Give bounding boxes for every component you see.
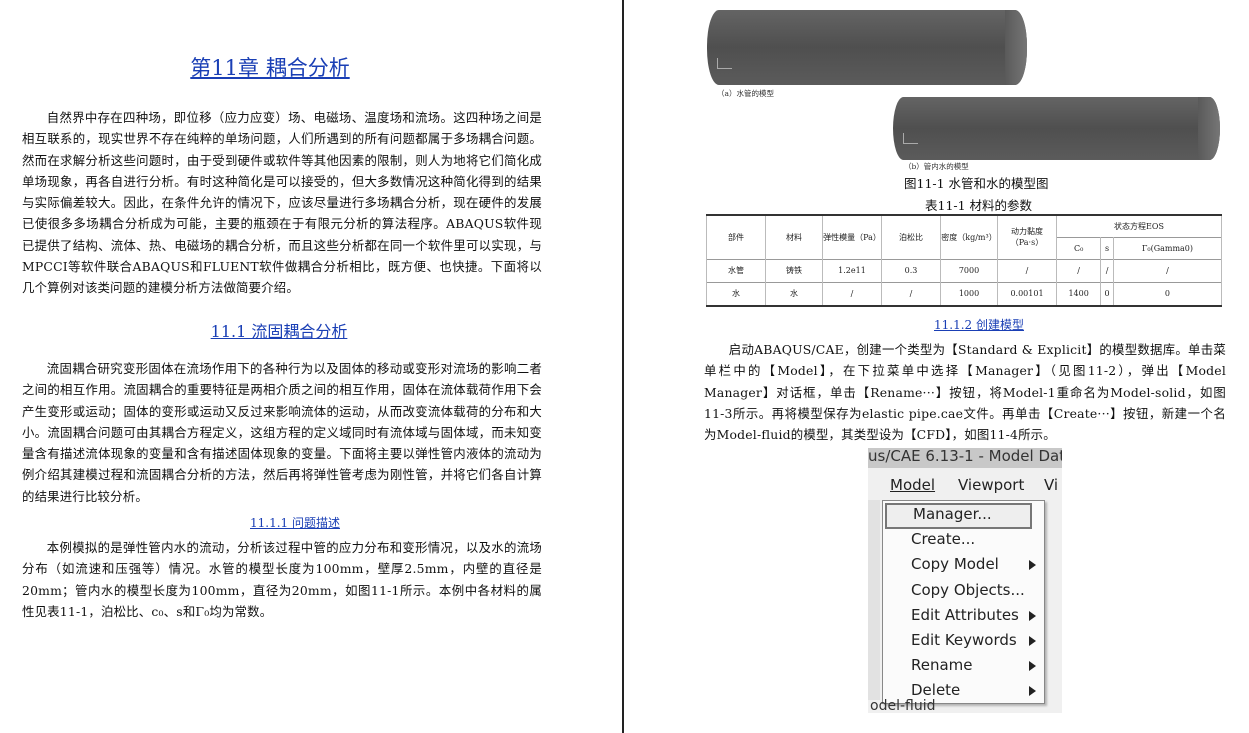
submenu-arrow-icon xyxy=(1029,686,1036,696)
problem-paragraph: 本例模拟的是弹性管内水的流动，分析该过程中管的应力分布和变形情况，以及水的流场分… xyxy=(22,540,542,619)
table-cell: 1400 xyxy=(1055,281,1102,307)
subsection-title: 11.1.2 创建模型 xyxy=(934,318,1024,332)
table-cell: / xyxy=(997,258,1057,282)
menu-item-rename[interactable]: Rename xyxy=(911,656,973,674)
toolbar-strip xyxy=(868,500,880,700)
submenu-arrow-icon xyxy=(1029,636,1036,646)
table-cell: 0 xyxy=(1112,281,1223,307)
table-subheader: C₀ xyxy=(1055,236,1102,259)
water-model-image xyxy=(893,97,1220,160)
table-cell: 铸铁 xyxy=(765,258,823,282)
table-cell: / xyxy=(1100,258,1114,282)
axis-triad-icon xyxy=(717,58,732,69)
right-page: （a）水管的模型 （b）管内水的模型 图11-1 水管和水的模型图 表11-1 … xyxy=(624,0,1249,733)
material-table: 部件 材料 弹性模量（Pa） 泊松比 密度（kg/m³） 动力黏度（Pa·s） … xyxy=(706,214,1223,307)
bottom-text: odel-fluid xyxy=(870,698,936,713)
table-cell: 水 xyxy=(706,281,766,307)
submenu-arrow-icon xyxy=(1029,611,1036,621)
table-header: 动力黏度（Pa·s） xyxy=(997,214,1057,259)
menu-view[interactable]: Vi xyxy=(1044,476,1058,494)
axis-triad-icon xyxy=(903,133,918,144)
body-paragraph: 启动ABAQUS/CAE，创建一个类型为【Standard & Explicit… xyxy=(704,342,1226,443)
table-subheader: s xyxy=(1100,236,1114,259)
table-cell: / xyxy=(881,281,941,307)
table-header: 密度（kg/m³） xyxy=(940,214,998,259)
model-dropdown-menu: Manager... Create... Copy Model Copy Obj… xyxy=(882,500,1045,704)
table-header: 材料 xyxy=(765,214,823,259)
table-cell: 0.3 xyxy=(881,258,941,282)
pipe-model-image xyxy=(707,10,1027,85)
table-cell: 7000 xyxy=(940,258,998,282)
table-cell: 1.2e11 xyxy=(822,258,882,282)
table-cell: / xyxy=(822,281,882,307)
table-cell: / xyxy=(1055,258,1102,282)
chapter-title: 第11章 耦合分析 xyxy=(190,56,350,80)
subsection-title: 11.1.1 问题描述 xyxy=(250,516,340,530)
figure-caption: 图11-1 水管和水的模型图 xyxy=(904,176,1049,191)
table-cell: 水 xyxy=(765,281,823,307)
table-cell: / xyxy=(1112,258,1223,282)
menu-item-edit-attributes[interactable]: Edit Attributes xyxy=(911,606,1019,624)
left-page: 第11章 耦合分析 自然界中存在四种场，即位移（应力应变）场、电磁场、温度场和流… xyxy=(0,0,622,733)
table-header: 状态方程EOS xyxy=(1056,214,1222,237)
table-cell: 1000 xyxy=(940,281,998,307)
intro-paragraph: 自然界中存在四种场，即位移（应力应变）场、电磁场、温度场和流场。这四种场之间是相… xyxy=(22,110,542,296)
table-cell: 0 xyxy=(1100,281,1114,307)
menu-item-create[interactable]: Create... xyxy=(911,530,975,548)
menu-viewport[interactable]: Viewport xyxy=(958,476,1024,494)
menu-item-edit-keywords[interactable]: Edit Keywords xyxy=(911,631,1017,649)
table-row: 水管 铸铁 1.2e11 0.3 7000 / / / / xyxy=(706,258,1223,282)
menu-item-delete[interactable]: Delete xyxy=(911,681,960,699)
submenu-arrow-icon xyxy=(1029,661,1036,671)
submenu-arrow-icon xyxy=(1029,560,1036,570)
table-caption: 表11-1 材料的参数 xyxy=(925,198,1033,213)
menu-bar: Model Viewport Vi xyxy=(868,472,1062,498)
table-subheader: Γ₀(Gamma0) xyxy=(1112,236,1223,259)
menu-model[interactable]: Model xyxy=(890,476,935,494)
menu-item-copy-model[interactable]: Copy Model xyxy=(911,555,999,573)
table-cell: 水管 xyxy=(706,258,766,282)
section-paragraph: 流固耦合研究变形固体在流场作用下的各种行为以及固体的移动或变形对流场的影响二者之… xyxy=(22,361,542,504)
table-row: 水 水 / / 1000 0.00101 1400 0 0 xyxy=(706,281,1223,307)
menu-screenshot: us/CAE 6.13-1 - Model Data Model Viewpor… xyxy=(868,448,1062,713)
table-header: 泊松比 xyxy=(881,214,941,259)
menu-item-copy-objects[interactable]: Copy Objects... xyxy=(911,581,1025,599)
table-header: 弹性模量（Pa） xyxy=(822,214,882,259)
fig-b-caption: （b）管内水的模型 xyxy=(904,162,969,171)
section-title: 11.1 流固耦合分析 xyxy=(210,322,348,341)
fig-a-caption: （a）水管的模型 xyxy=(717,89,774,98)
table-header: 部件 xyxy=(706,214,766,259)
menu-item-manager[interactable]: Manager... xyxy=(913,505,992,523)
table-cell: 0.00101 xyxy=(997,281,1057,307)
window-title: us/CAE 6.13-1 - Model Data xyxy=(868,448,1062,468)
